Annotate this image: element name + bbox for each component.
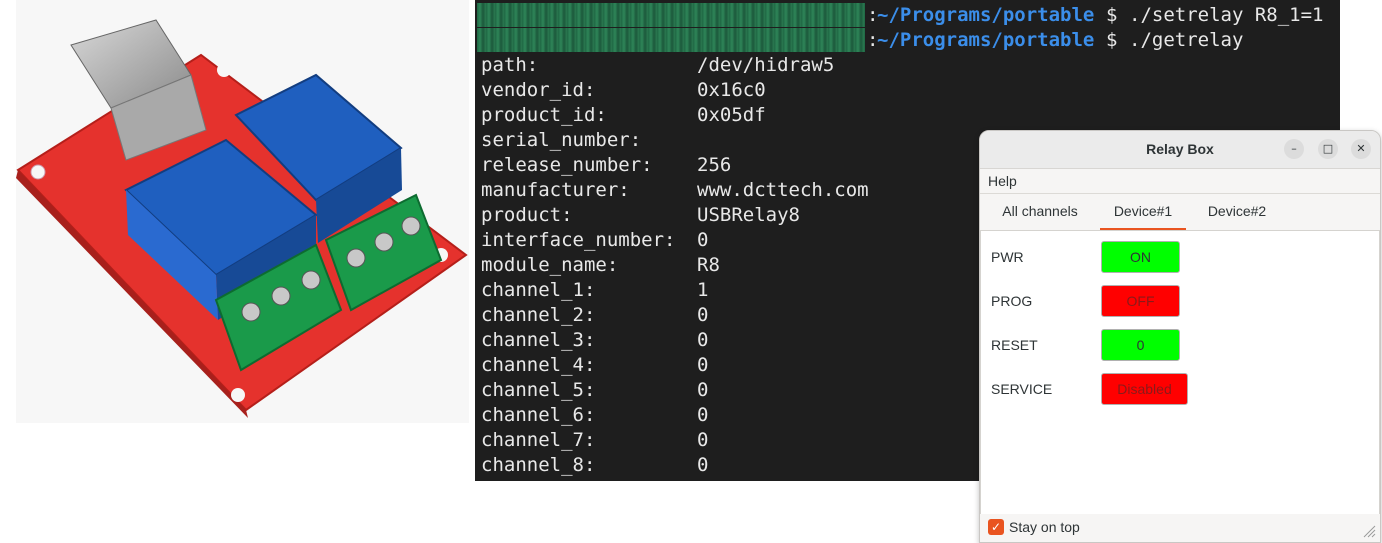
output-key: serial_number: bbox=[481, 129, 642, 151]
redacted-user-host bbox=[477, 28, 865, 52]
prompt-dollar: $ bbox=[1106, 29, 1118, 51]
relay-box-window[interactable]: Relay Box – □ ✕ Help All channels Device… bbox=[979, 130, 1381, 543]
maximize-button[interactable]: □ bbox=[1318, 139, 1338, 159]
row-label-prog: PROG bbox=[991, 293, 1033, 309]
tab-device-1[interactable]: Device#1 bbox=[1100, 194, 1186, 230]
service-toggle-button[interactable]: Disabled bbox=[1101, 373, 1188, 405]
relay-board-photo bbox=[16, 0, 469, 423]
row-label-service: SERVICE bbox=[991, 381, 1053, 397]
output-value: 0 bbox=[697, 354, 709, 376]
output-value: USBRelay8 bbox=[697, 204, 800, 226]
output-key: interface_number: bbox=[481, 229, 676, 251]
output-value: 0 bbox=[697, 429, 709, 451]
terminal-output-line: channel_2: 0 bbox=[481, 303, 708, 328]
minimize-button[interactable]: – bbox=[1284, 139, 1304, 159]
menu-bar: Help bbox=[980, 169, 1380, 194]
terminal-prompt-line: : ~/Programs/portable $ ./getrelay bbox=[475, 28, 1340, 53]
prompt-command: ./getrelay bbox=[1129, 29, 1244, 51]
row-label-reset: RESET bbox=[991, 337, 1038, 353]
tab-all-channels[interactable]: All channels bbox=[990, 194, 1090, 228]
row-label-pwr: PWR bbox=[991, 249, 1024, 265]
terminal-output-line: product_id: 0x05df bbox=[481, 103, 766, 128]
stay-on-top-checkbox[interactable]: ✓ bbox=[988, 519, 1004, 535]
output-value: 1 bbox=[697, 279, 709, 301]
prompt-command: ./setrelay R8_1=1 bbox=[1129, 4, 1324, 26]
output-key: path: bbox=[481, 54, 539, 76]
tab-bar: All channels Device#1 Device#2 bbox=[980, 194, 1380, 230]
output-value: 0x05df bbox=[697, 104, 766, 126]
tab-device-2[interactable]: Device#2 bbox=[1196, 194, 1278, 228]
terminal-output-line: vendor_id: 0x16c0 bbox=[481, 78, 766, 103]
output-key: channel_4: bbox=[481, 354, 596, 376]
pwr-toggle-button[interactable]: ON bbox=[1101, 241, 1180, 273]
terminal-prompt-line: : ~/Programs/portable $ ./setrelay R8_1=1 bbox=[475, 3, 1340, 28]
title-bar[interactable]: Relay Box – □ ✕ bbox=[980, 131, 1380, 169]
output-key: module_name: bbox=[481, 254, 619, 276]
terminal-output-line: channel_7: 0 bbox=[481, 428, 708, 453]
device-panel: PWR ON PROG OFF RESET 0 SERVICE Disabled bbox=[980, 230, 1380, 515]
prompt-path: ~/Programs/portable bbox=[877, 29, 1095, 51]
terminal-output-line: channel_3: 0 bbox=[481, 328, 708, 353]
output-key: manufacturer: bbox=[481, 179, 630, 201]
output-key: product: bbox=[481, 204, 573, 226]
output-value: /dev/hidraw5 bbox=[697, 54, 835, 76]
output-key: product_id: bbox=[481, 104, 607, 126]
output-value: 0 bbox=[697, 329, 709, 351]
terminal-output-line: release_number: 256 bbox=[481, 153, 731, 178]
terminal-output-line: serial_number: bbox=[481, 128, 697, 153]
relay-board-illustration bbox=[16, 19, 468, 418]
prompt-dollar: $ bbox=[1106, 4, 1118, 26]
terminal-output-line: module_name: R8 bbox=[481, 253, 720, 278]
terminal-output-line: path: /dev/hidraw5 bbox=[481, 53, 834, 78]
terminal-output-line: product: USBRelay8 bbox=[481, 203, 800, 228]
output-key: channel_1: bbox=[481, 279, 596, 301]
output-key: channel_5: bbox=[481, 379, 596, 401]
output-key: channel_8: bbox=[481, 454, 596, 476]
terminal-output-line: channel_5: 0 bbox=[481, 378, 708, 403]
output-key: channel_6: bbox=[481, 404, 596, 426]
output-value: 0 bbox=[697, 379, 709, 401]
output-key: release_number: bbox=[481, 154, 653, 176]
resize-grip-icon[interactable] bbox=[1360, 522, 1376, 538]
redacted-user-host bbox=[477, 3, 865, 27]
output-key: channel_3: bbox=[481, 329, 596, 351]
terminal-output-line: manufacturer: www.dcttech.com bbox=[481, 178, 869, 203]
prompt-path: ~/Programs/portable bbox=[877, 4, 1095, 26]
terminal-output-line: channel_8: 0 bbox=[481, 453, 708, 478]
output-value: 0 bbox=[697, 304, 709, 326]
output-value: 0x16c0 bbox=[697, 79, 766, 101]
terminal-output-line: channel_6: 0 bbox=[481, 403, 708, 428]
stay-on-top-label[interactable]: Stay on top bbox=[1009, 519, 1080, 535]
footer-bar: ✓ Stay on top bbox=[980, 514, 1380, 542]
prog-toggle-button[interactable]: OFF bbox=[1101, 285, 1180, 317]
output-value: 0 bbox=[697, 229, 709, 251]
terminal-output-line: channel_1: 1 bbox=[481, 278, 708, 303]
output-value: www.dcttech.com bbox=[697, 179, 869, 201]
output-value: 256 bbox=[697, 154, 732, 176]
output-value: R8 bbox=[697, 254, 720, 276]
output-value: 0 bbox=[697, 454, 709, 476]
reset-toggle-button[interactable]: 0 bbox=[1101, 329, 1180, 361]
close-button[interactable]: ✕ bbox=[1351, 139, 1371, 159]
terminal-output-line: channel_4: 0 bbox=[481, 353, 708, 378]
output-key: vendor_id: bbox=[481, 79, 596, 101]
menu-help[interactable]: Help bbox=[988, 173, 1017, 189]
output-key: channel_2: bbox=[481, 304, 596, 326]
output-key: channel_7: bbox=[481, 429, 596, 451]
output-value: 0 bbox=[697, 404, 709, 426]
terminal-output-line: interface_number: 0 bbox=[481, 228, 708, 253]
